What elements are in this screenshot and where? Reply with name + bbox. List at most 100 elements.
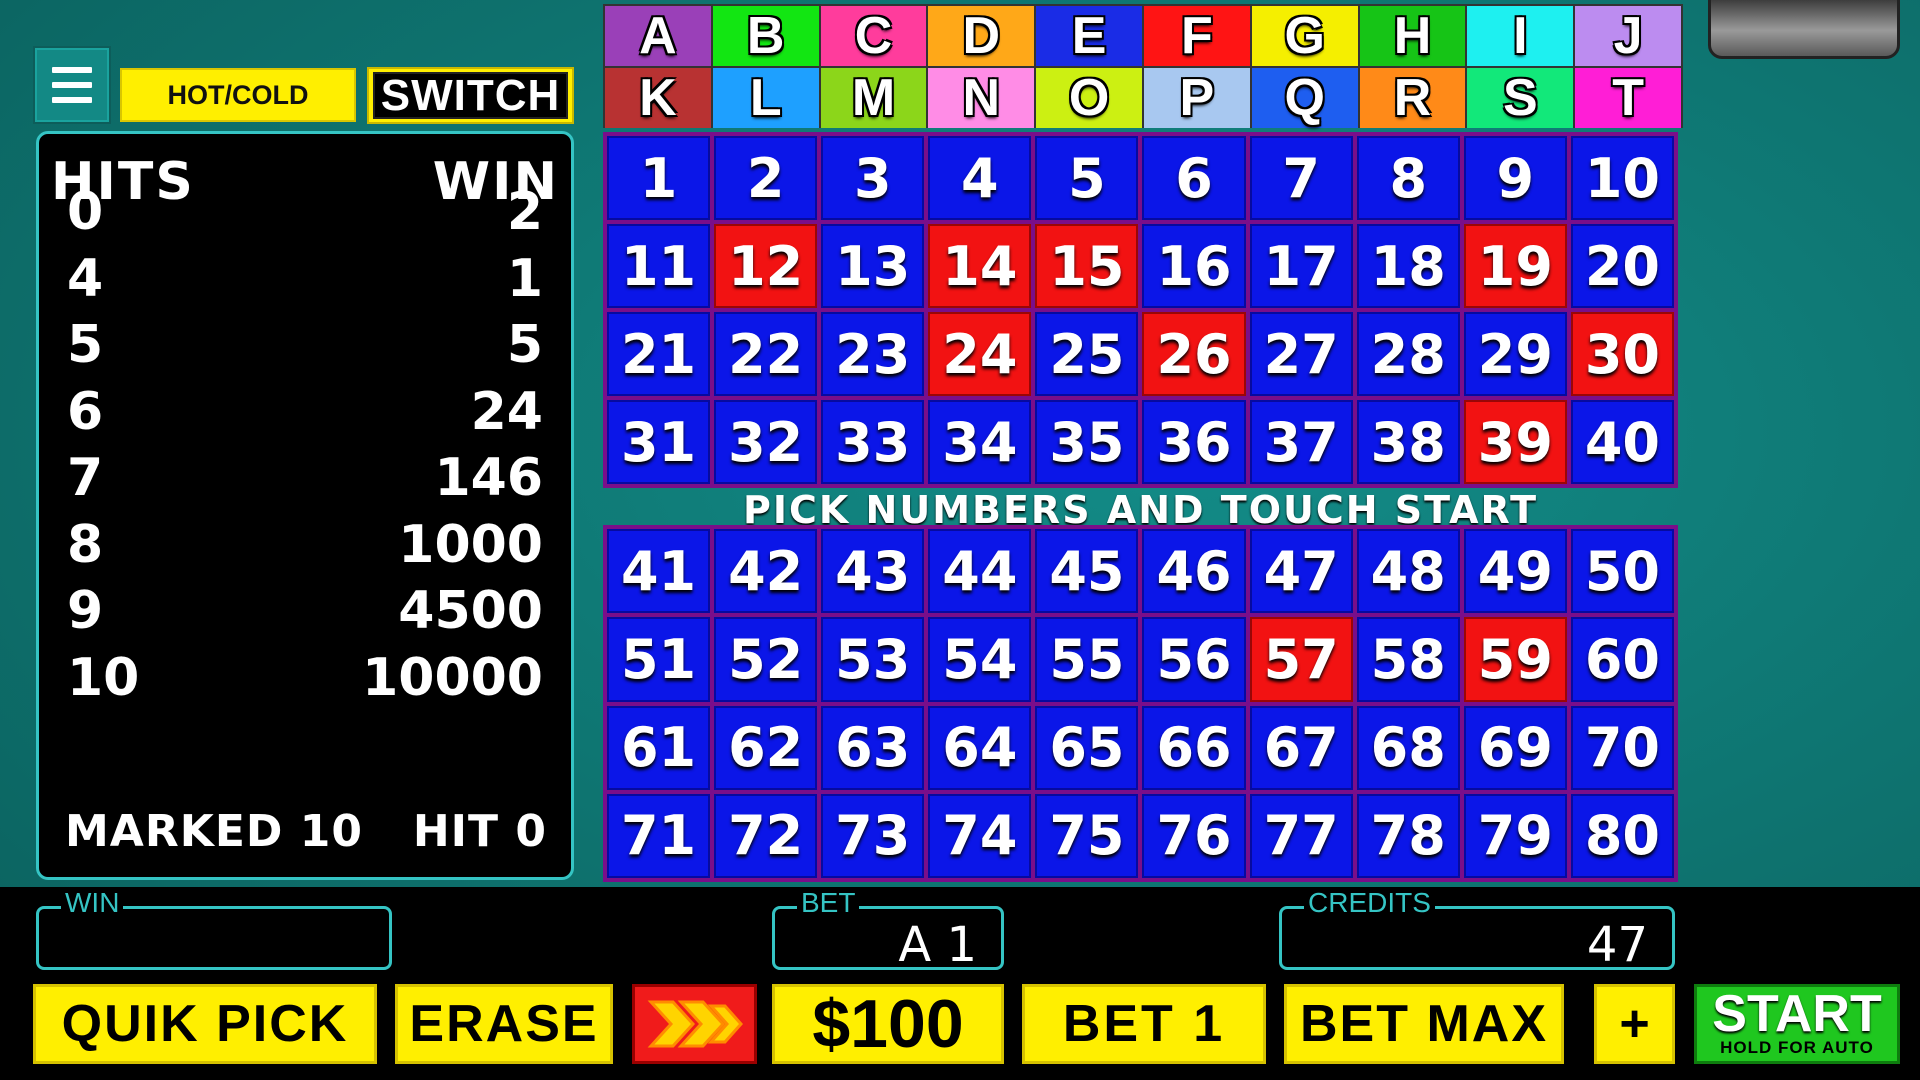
number-cell[interactable]: 55 <box>1035 617 1139 702</box>
number-cell[interactable]: 37 <box>1249 400 1353 484</box>
number-cell[interactable]: 66 <box>1142 705 1246 790</box>
number-cell[interactable]: 52 <box>714 617 818 702</box>
letter-cell-f[interactable]: F <box>1144 6 1250 66</box>
letter-cell-e[interactable]: E <box>1036 6 1142 66</box>
number-cell[interactable]: 54 <box>928 617 1032 702</box>
number-cell[interactable]: 77 <box>1249 793 1353 878</box>
quik-pick-button[interactable]: QUIK PICK <box>33 984 377 1064</box>
speed-button[interactable] <box>632 984 757 1064</box>
number-cell[interactable]: 35 <box>1035 400 1139 484</box>
number-cell[interactable]: 46 <box>1142 529 1246 614</box>
letter-cell-t[interactable]: T <box>1575 68 1681 128</box>
number-cell[interactable]: 47 <box>1249 529 1353 614</box>
number-cell[interactable]: 11 <box>607 224 711 308</box>
number-cell[interactable]: 74 <box>928 793 1032 878</box>
number-cell[interactable]: 9 <box>1463 136 1567 220</box>
number-cell[interactable]: 5 <box>1035 136 1139 220</box>
number-cell[interactable]: 53 <box>821 617 925 702</box>
number-cell[interactable]: 16 <box>1142 224 1246 308</box>
number-cell[interactable]: 20 <box>1570 224 1674 308</box>
number-cell[interactable]: 56 <box>1142 617 1246 702</box>
letter-cell-k[interactable]: K <box>605 68 711 128</box>
number-cell[interactable]: 1 <box>607 136 711 220</box>
number-cell[interactable]: 67 <box>1249 705 1353 790</box>
number-cell[interactable]: 65 <box>1035 705 1139 790</box>
number-cell[interactable]: 26 <box>1142 312 1246 396</box>
letter-cell-d[interactable]: D <box>928 6 1035 66</box>
number-cell[interactable]: 41 <box>607 529 711 614</box>
letter-cell-p[interactable]: P <box>1144 68 1250 128</box>
menu-button[interactable] <box>33 46 111 124</box>
number-cell[interactable]: 49 <box>1463 529 1567 614</box>
number-cell[interactable]: 18 <box>1356 224 1460 308</box>
number-cell[interactable]: 32 <box>714 400 818 484</box>
number-cell[interactable]: 19 <box>1463 224 1567 308</box>
number-cell[interactable]: 21 <box>607 312 711 396</box>
number-cell[interactable]: 30 <box>1570 312 1674 396</box>
number-cell[interactable]: 28 <box>1356 312 1460 396</box>
number-cell[interactable]: 64 <box>928 705 1032 790</box>
number-cell[interactable]: 60 <box>1570 617 1674 702</box>
number-cell[interactable]: 24 <box>928 312 1032 396</box>
letter-cell-r[interactable]: R <box>1359 68 1466 128</box>
number-cell[interactable]: 22 <box>714 312 818 396</box>
number-cell[interactable]: 4 <box>928 136 1032 220</box>
number-cell[interactable]: 80 <box>1570 793 1674 878</box>
letter-cell-a[interactable]: A <box>605 6 711 66</box>
letter-cell-h[interactable]: H <box>1359 6 1466 66</box>
number-cell[interactable]: 13 <box>821 224 925 308</box>
number-cell[interactable]: 63 <box>821 705 925 790</box>
number-cell[interactable]: 58 <box>1356 617 1460 702</box>
number-cell[interactable]: 76 <box>1142 793 1246 878</box>
number-cell[interactable]: 62 <box>714 705 818 790</box>
plus-button[interactable]: + <box>1594 984 1675 1064</box>
number-cell[interactable]: 31 <box>607 400 711 484</box>
number-cell[interactable]: 15 <box>1035 224 1139 308</box>
number-cell[interactable]: 68 <box>1356 705 1460 790</box>
number-cell[interactable]: 72 <box>714 793 818 878</box>
number-cell[interactable]: 33 <box>821 400 925 484</box>
letter-cell-q[interactable]: Q <box>1251 68 1358 128</box>
letter-cell-j[interactable]: J <box>1575 6 1681 66</box>
number-cell[interactable]: 44 <box>928 529 1032 614</box>
start-button[interactable]: START HOLD FOR AUTO <box>1694 984 1900 1064</box>
number-cell[interactable]: 7 <box>1249 136 1353 220</box>
number-cell[interactable]: 27 <box>1249 312 1353 396</box>
number-cell[interactable]: 71 <box>607 793 711 878</box>
number-cell[interactable]: 73 <box>821 793 925 878</box>
number-cell[interactable]: 2 <box>714 136 818 220</box>
number-cell[interactable]: 17 <box>1249 224 1353 308</box>
number-cell[interactable]: 61 <box>607 705 711 790</box>
letter-cell-m[interactable]: M <box>820 68 927 128</box>
number-cell[interactable]: 29 <box>1463 312 1567 396</box>
number-cell[interactable]: 36 <box>1142 400 1246 484</box>
bet-max-button[interactable]: BET MAX <box>1284 984 1564 1064</box>
number-cell[interactable]: 6 <box>1142 136 1246 220</box>
letter-cell-l[interactable]: L <box>712 68 819 128</box>
number-cell[interactable]: 70 <box>1570 705 1674 790</box>
number-cell[interactable]: 75 <box>1035 793 1139 878</box>
letter-cell-i[interactable]: I <box>1467 6 1574 66</box>
number-cell[interactable]: 10 <box>1570 136 1674 220</box>
letter-cell-c[interactable]: C <box>820 6 927 66</box>
denomination-button[interactable]: $100 <box>772 984 1004 1064</box>
letter-cell-n[interactable]: N <box>928 68 1035 128</box>
number-cell[interactable]: 78 <box>1356 793 1460 878</box>
letter-cell-o[interactable]: O <box>1036 68 1142 128</box>
number-cell[interactable]: 79 <box>1463 793 1567 878</box>
number-cell[interactable]: 69 <box>1463 705 1567 790</box>
number-cell[interactable]: 42 <box>714 529 818 614</box>
letter-cell-s[interactable]: S <box>1467 68 1574 128</box>
number-cell[interactable]: 43 <box>821 529 925 614</box>
number-cell[interactable]: 45 <box>1035 529 1139 614</box>
number-cell[interactable]: 38 <box>1356 400 1460 484</box>
number-cell[interactable]: 39 <box>1463 400 1567 484</box>
number-cell[interactable]: 51 <box>607 617 711 702</box>
letter-cell-b[interactable]: B <box>712 6 819 66</box>
number-cell[interactable]: 48 <box>1356 529 1460 614</box>
number-cell[interactable]: 25 <box>1035 312 1139 396</box>
number-cell[interactable]: 34 <box>928 400 1032 484</box>
bet-one-button[interactable]: BET 1 <box>1022 984 1266 1064</box>
erase-button[interactable]: ERASE <box>395 984 613 1064</box>
number-cell[interactable]: 3 <box>821 136 925 220</box>
